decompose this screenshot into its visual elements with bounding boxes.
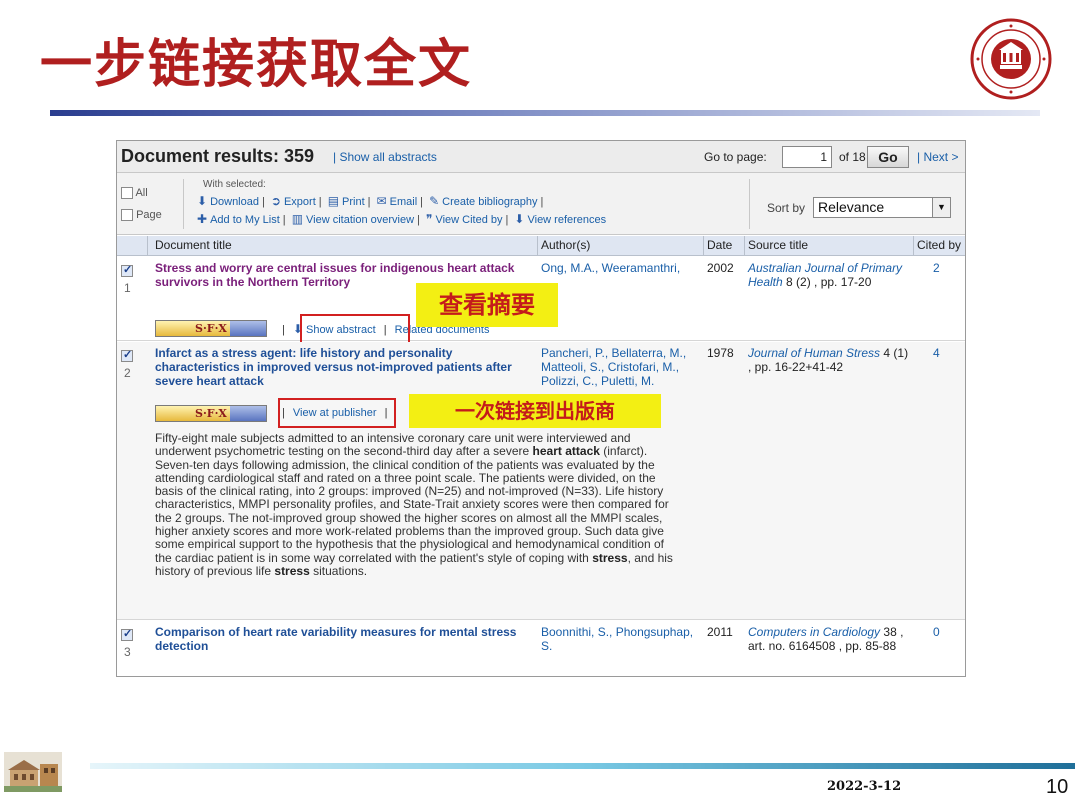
row-checkbox[interactable] [121,348,133,362]
highlight-box [300,314,410,344]
table-row: 2 Infarct as a stress agent: life histor… [117,342,965,620]
source-title: Journal of Human Stress 4 (1) , pp. 16-2… [748,346,913,374]
chart-icon: ▥ [291,212,304,226]
print-icon: ▤ [327,194,340,208]
column-source-title[interactable]: Source title [748,238,808,252]
publication-date: 1978 [707,346,734,360]
email-icon: ✉ [376,194,387,208]
document-title-link[interactable]: Comparison of heart rate variability mea… [155,625,525,653]
view-cited-by-link[interactable]: View Cited by [435,214,502,226]
row-checkbox[interactable] [121,263,133,277]
column-date[interactable]: Date [707,238,732,252]
export-icon: ➲ [270,194,281,208]
select-all-checkbox[interactable] [121,187,133,200]
publication-date: 2002 [707,261,734,275]
slide-title: 一步链接获取全文 [40,34,473,95]
email-link[interactable]: Email [390,196,418,208]
download-icon: ⬇ [197,194,208,208]
show-all-abstracts-link[interactable]: | Show all abstracts [333,150,437,164]
create-bibliography-link[interactable]: Create bibliography [442,196,537,208]
sort-select[interactable]: Relevance ▼ [813,197,951,218]
select-page-label: Page [136,209,162,221]
row-number: 3 [124,645,131,659]
select-all-label: All [135,187,148,199]
row-checkbox[interactable] [121,627,133,641]
sfx-button[interactable]: S·F·X [155,405,267,422]
toolbar-divider [183,179,184,229]
chevron-down-icon[interactable]: ▼ [932,198,950,217]
cited-by-count[interactable]: 4 [933,346,940,360]
journal-link[interactable]: Computers in Cardiology [748,625,880,639]
abstract-text: Fifty-eight male subjects admitted to an… [155,431,673,578]
row-number: 2 [124,366,131,380]
go-button[interactable]: Go [867,146,909,168]
total-pages-label: of 18 [839,150,866,164]
source-title: Australian Journal of Primary Health 8 (… [748,261,913,289]
university-seal-icon [970,18,1052,100]
authors-link[interactable]: Ong, M.A., Weeramanthri, [541,261,703,275]
print-link[interactable]: Print [342,196,365,208]
cited-by-count: 0 [933,625,940,639]
publisher-callout: 一次链接到出版商 [409,394,661,428]
table-row: 3 Comparison of heart rate variability m… [117,621,965,676]
column-authors[interactable]: Author(s) [541,238,590,252]
row-number: 1 [124,281,131,295]
column-cited-by[interactable]: Cited by [917,238,961,252]
document-title-link[interactable]: Infarct as a stress agent: life history … [155,346,525,388]
add-icon: ✚ [197,212,208,226]
toolbar-divider [749,179,750,229]
select-page-checkbox[interactable] [121,209,133,222]
source-title: Computers in Cardiology 38 , art. no. 61… [748,625,913,653]
cited-by-count[interactable]: 2 [933,261,940,275]
results-count-heading: Document results: 359 [121,146,315,166]
results-column-header: Document title Author(s) Date Source tit… [117,236,965,256]
results-header: Document results: 359 | Show all abstrac… [117,141,965,173]
document-results-panel: Document results: 359 | Show all abstrac… [116,140,966,677]
selection-toolbar: All Page With selected: ⬇ Download | ➲ Expo… [117,173,965,235]
journal-link[interactable]: Journal of Human Stress [748,346,880,360]
bibliography-icon: ✎ [429,194,440,208]
authors-link[interactable]: Boonnithi, S., Phongsuphap, S. [541,625,703,653]
campus-building-photo-icon [4,752,62,792]
download-link[interactable]: Download [210,196,259,208]
page-number-input[interactable]: 1 [782,146,832,168]
page-number: 10 [1046,776,1069,798]
with-selected-label: With selected: [203,179,266,190]
sort-by-label: Sort by [767,201,806,215]
go-to-page-label: Go to page: [704,150,767,164]
add-to-list-link[interactable]: Add to My List [210,214,280,226]
column-document-title[interactable]: Document title [155,238,232,252]
sfx-button[interactable]: S·F·X [155,320,267,337]
sort-value: Relevance [818,199,885,215]
abstract-callout: 查看摘要 [416,283,558,327]
authors-link[interactable]: Pancheri, P., Bellaterra, M., Matteoli, … [541,346,703,388]
export-link[interactable]: Export [284,196,316,208]
title-divider [50,110,1040,116]
next-page-link[interactable]: | Next > [917,150,958,164]
references-icon: ⬇ [514,212,525,226]
view-references-link[interactable]: View references [527,214,606,226]
publication-date: 2011 [707,625,733,639]
source-detail: 8 (2) , pp. 17-20 [782,275,872,289]
highlight-box [278,398,396,428]
footer-divider [90,763,1075,769]
quote-icon: ❞ [425,212,433,226]
slide-date: 2022-3-12 [827,779,902,794]
citation-overview-link[interactable]: View citation overview [306,214,414,226]
